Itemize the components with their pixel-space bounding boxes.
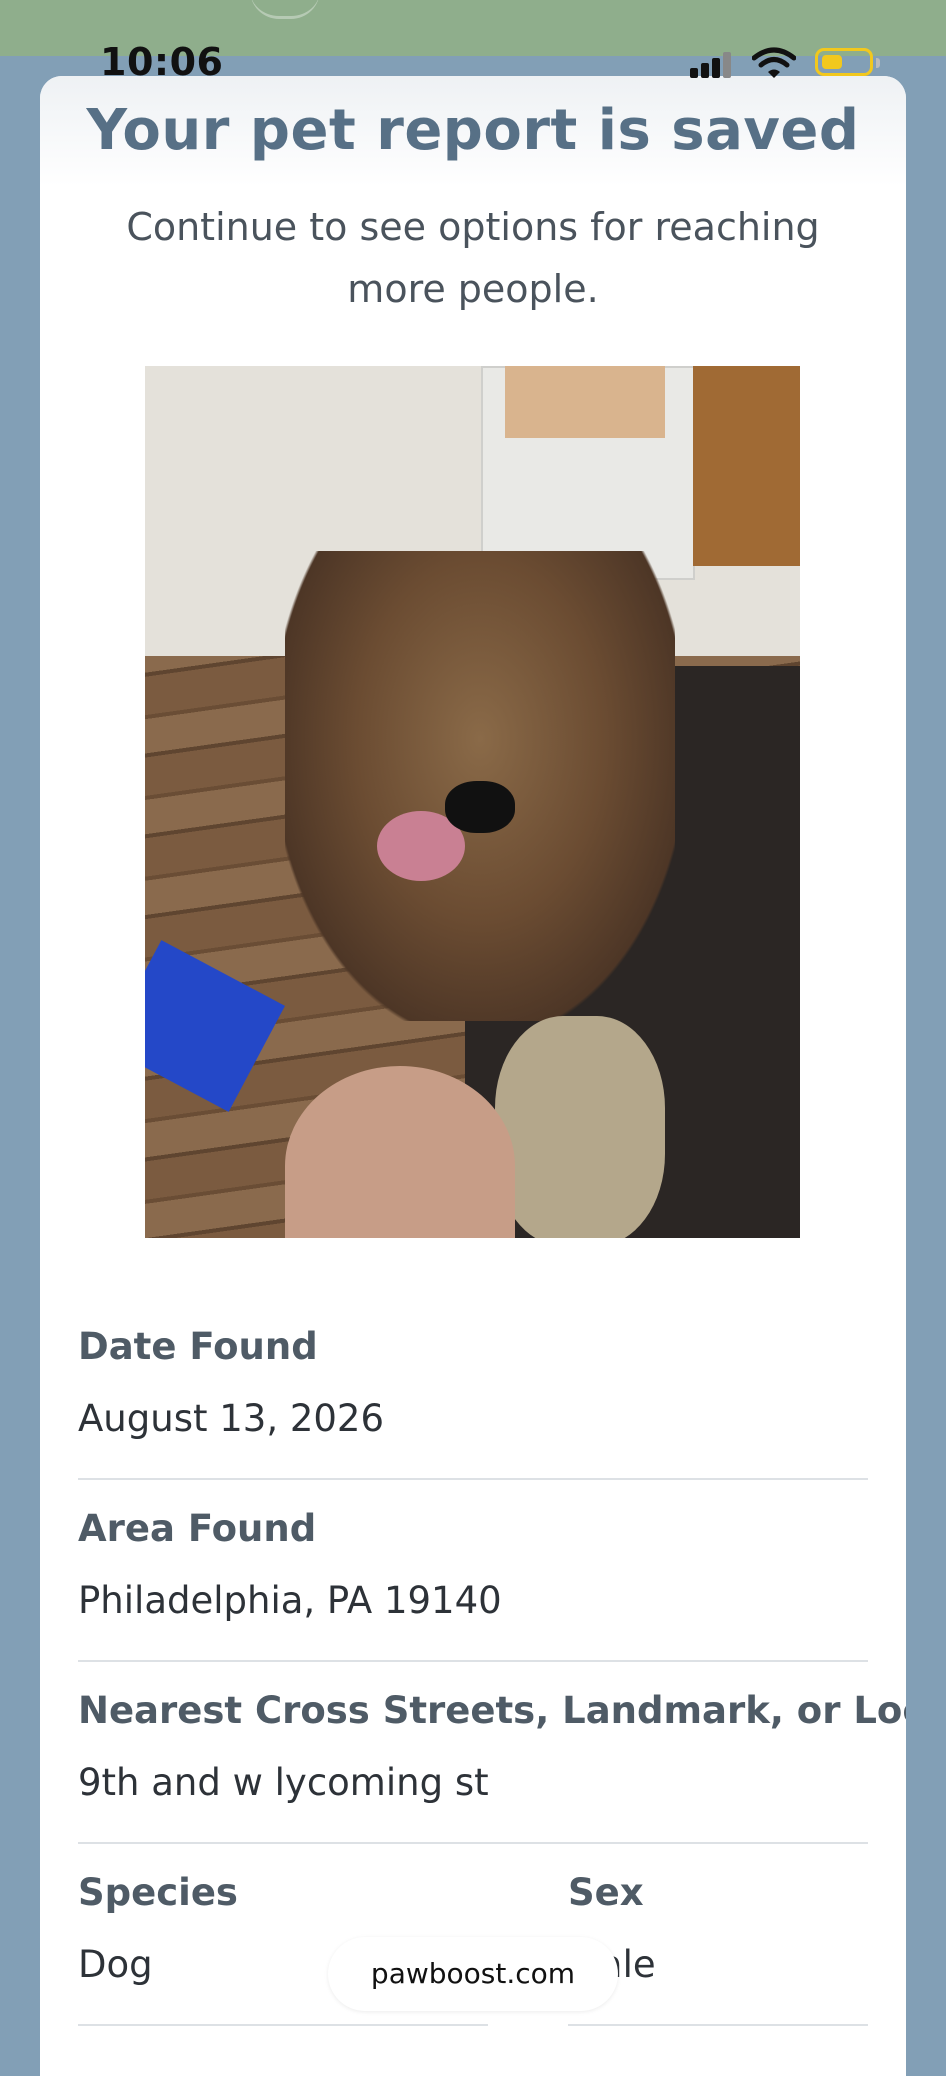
area-found-label: Area Found — [78, 1507, 317, 1550]
page-subtitle: Continue to see options for reaching mor… — [126, 205, 820, 311]
sex-label: Sex — [568, 1871, 644, 1914]
page-title: Your pet report is saved — [86, 98, 860, 163]
report-card: Your pet report is saved Continue to see… — [40, 76, 906, 2076]
species-label: Species — [78, 1871, 238, 1914]
divider — [568, 2024, 868, 2026]
cellular-signal-icon — [690, 52, 740, 78]
status-time: 10:06 — [100, 40, 224, 84]
cross-streets-label: Nearest Cross Streets, Landmark, or Loca… — [78, 1689, 906, 1732]
divider — [78, 1478, 868, 1480]
date-found-label: Date Found — [78, 1325, 318, 1368]
area-found-value: Philadelphia, PA 19140 — [78, 1579, 502, 1622]
date-found-value: August 13, 2026 — [78, 1397, 385, 1440]
battery-nub — [876, 58, 880, 68]
battery-icon — [815, 48, 873, 76]
divider — [78, 2024, 488, 2026]
date-found-field: Date Found August 13, 2026 — [78, 1321, 868, 1445]
cross-streets-field: Nearest Cross Streets, Landmark, or Loca… — [78, 1685, 906, 1809]
status-bar: 10:06 — [0, 0, 946, 84]
divider — [78, 1660, 868, 1662]
area-found-field: Area Found Philadelphia, PA 19140 — [78, 1503, 868, 1627]
cross-streets-value: 9th and w lycoming st — [78, 1761, 489, 1804]
wifi-icon — [752, 47, 796, 78]
divider — [78, 1842, 868, 1844]
browser-url-bar[interactable]: pawboost.com — [328, 1937, 618, 2011]
pet-photo — [145, 366, 800, 1238]
